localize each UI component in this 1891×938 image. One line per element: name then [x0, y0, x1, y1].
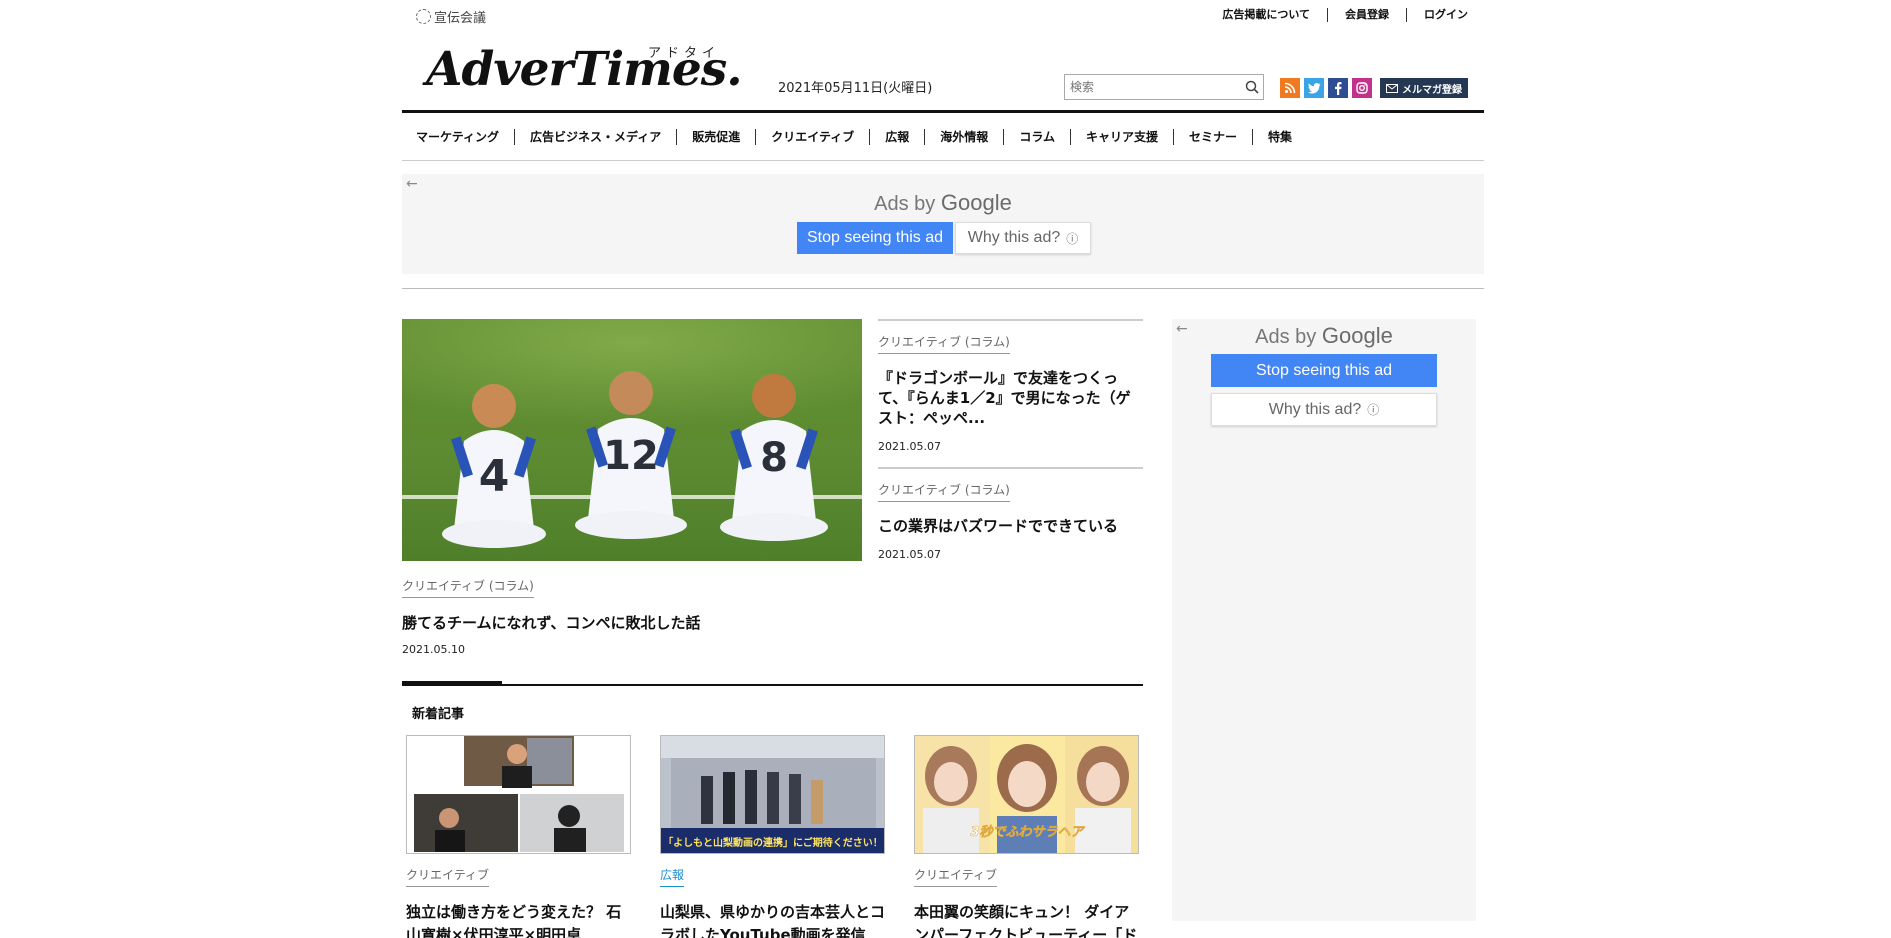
sendenkaigi-label: 宣伝会議 — [434, 11, 487, 26]
nav-column[interactable]: コラム — [1003, 128, 1070, 145]
twitter-icon[interactable] — [1304, 78, 1324, 98]
jersey-number-4: 4 — [479, 451, 510, 502]
side-article[interactable]: クリエイティブ (コラム) 『ドラゴンボール』で友達をつくって、『らんま1／2』… — [878, 319, 1143, 453]
rss-icon[interactable] — [1280, 78, 1300, 98]
article-category[interactable]: クリエイティブ — [406, 866, 490, 887]
side-article-title[interactable]: この業界はバズワードでできている — [878, 516, 1143, 536]
jersey-number-12: 12 — [603, 433, 659, 479]
article-card[interactable]: クリエイティブ 独立は働き方をどう変えた？ 石山寛樹×伏田淳平×明田卓 — [406, 735, 631, 938]
side-article-date: 2021.05.07 — [878, 548, 941, 561]
featured-category[interactable]: クリエイティブ (コラム) — [402, 577, 534, 598]
sendenkaigi-logo[interactable]: 宣伝会議 — [416, 7, 486, 26]
top-links: 広告掲載について 会員登録 ログイン — [1205, 8, 1468, 22]
search-box — [1064, 74, 1264, 100]
newsletter-button[interactable]: メルマガ登録 — [1380, 78, 1468, 98]
article-title[interactable]: 本田翼の笑顔にキュン！ ダイアンパーフェクトビューティー「ド — [914, 901, 1139, 938]
article-title[interactable]: 山梨県、県ゆかりの吉本芸人とコラボしたYouTube動画を発信 — [660, 901, 885, 938]
nav-pr[interactable]: 広報 — [869, 128, 924, 145]
google-label: Google — [940, 190, 1012, 215]
nav-marketing[interactable]: マーケティング — [416, 129, 514, 145]
brand-kana: アドタイ — [648, 46, 721, 61]
search-icon[interactable] — [1241, 80, 1263, 94]
article-card[interactable]: 「よしもと山梨動画の連携」にご期待ください！ 広報 山梨県、県ゆかりの吉本芸人と… — [660, 735, 885, 938]
article-category[interactable]: クリエイティブ — [914, 866, 998, 887]
article-thumbnail[interactable] — [406, 735, 631, 854]
current-date: 2021年05月11日(火曜日) — [778, 81, 933, 96]
ads-by-google: Ads by Google — [1172, 323, 1476, 349]
sidebar-ad: ← Ads by Google Stop seeing this ad Why … — [1172, 319, 1476, 921]
brand-logo[interactable]: AdverTimes. アドタイ — [426, 38, 743, 98]
new-articles-divider — [402, 681, 1143, 686]
featured-image[interactable]: 4 12 8 — [402, 319, 862, 561]
ad-info-link[interactable]: 広告掲載について — [1205, 8, 1327, 22]
featured-title[interactable]: 勝てるチームになれず、コンペに敗北した話 — [402, 612, 701, 633]
new-articles-heading: 新着記事 — [412, 707, 465, 722]
featured-date: 2021.05.10 — [402, 643, 465, 656]
nav-career[interactable]: キャリア支援 — [1069, 128, 1173, 145]
nav-sales-promotion[interactable]: 販売促進 — [676, 128, 755, 145]
thumbnail-caption: 「よしもと山梨動画の連携」にご期待ください！ — [663, 836, 883, 849]
side-article-category[interactable]: クリエイティブ (コラム) — [878, 481, 1010, 502]
nav-overseas[interactable]: 海外情報 — [924, 128, 1003, 145]
why-this-ad-label: Why this ad? — [967, 229, 1061, 246]
thumbnail-caption: 3秒でふわサラヘア — [970, 824, 1085, 840]
article-category[interactable]: 広報 — [660, 866, 685, 887]
article-card[interactable]: 3秒でふわサラヘア クリエイティブ 本田翼の笑顔にキュン！ ダイアンパーフェクト… — [914, 735, 1139, 938]
nav-creative[interactable]: クリエイティブ — [755, 128, 869, 145]
mail-icon — [1386, 83, 1398, 93]
side-article-category[interactable]: クリエイティブ (コラム) — [878, 333, 1010, 354]
newsletter-label: メルマガ登録 — [1402, 84, 1462, 96]
article-thumbnail[interactable]: 「よしもと山梨動画の連携」にご期待ください！ — [660, 735, 885, 854]
ads-by-label: Ads by — [874, 193, 936, 215]
ads-by-label: Ads by — [1255, 326, 1317, 348]
stop-seeing-ad-button[interactable]: Stop seeing this ad — [797, 222, 953, 254]
social-links — [1280, 78, 1372, 98]
register-link[interactable]: 会員登録 — [1327, 8, 1406, 22]
info-icon: ⓘ — [1367, 403, 1380, 417]
side-article-date: 2021.05.07 — [878, 440, 941, 453]
top-ad: ← Ads by Google Stop seeing this ad Why … — [402, 174, 1484, 274]
search-input[interactable] — [1065, 75, 1241, 99]
nav-feature[interactable]: 特集 — [1251, 128, 1307, 145]
side-article-title[interactable]: 『ドラゴンボール』で友達をつくって、『らんま1／2』で男になった（ゲスト：ペッペ… — [878, 368, 1143, 428]
why-this-ad-label: Why this ad? — [1268, 400, 1362, 418]
divider — [402, 288, 1484, 289]
instagram-icon[interactable] — [1352, 78, 1372, 98]
main-nav: マーケティング 広告ビジネス・メディア 販売促進 クリエイティブ 広報 海外情報… — [402, 110, 1484, 161]
google-label: Google — [1321, 323, 1393, 348]
nav-seminar[interactable]: セミナー — [1172, 128, 1252, 145]
stop-seeing-ad-button[interactable]: Stop seeing this ad — [1211, 354, 1437, 387]
sendenkaigi-logo-icon — [416, 9, 431, 24]
why-this-ad-button[interactable]: Why this ad? ⓘ — [955, 222, 1091, 254]
info-icon: ⓘ — [1066, 231, 1079, 246]
why-this-ad-button[interactable]: Why this ad? ⓘ — [1211, 393, 1437, 426]
ads-by-google: Ads by Google — [402, 190, 1484, 216]
article-title[interactable]: 独立は働き方をどう変えた？ 石山寛樹×伏田淳平×明田卓 — [406, 901, 631, 938]
login-link[interactable]: ログイン — [1406, 8, 1468, 22]
article-thumbnail[interactable]: 3秒でふわサラヘア — [914, 735, 1139, 854]
nav-ad-business-media[interactable]: 広告ビジネス・メディア — [514, 128, 676, 145]
facebook-icon[interactable] — [1328, 78, 1348, 98]
side-article[interactable]: クリエイティブ (コラム) この業界はバズワードでできている 2021.05.0… — [878, 467, 1143, 561]
jersey-number-8: 8 — [760, 435, 788, 481]
